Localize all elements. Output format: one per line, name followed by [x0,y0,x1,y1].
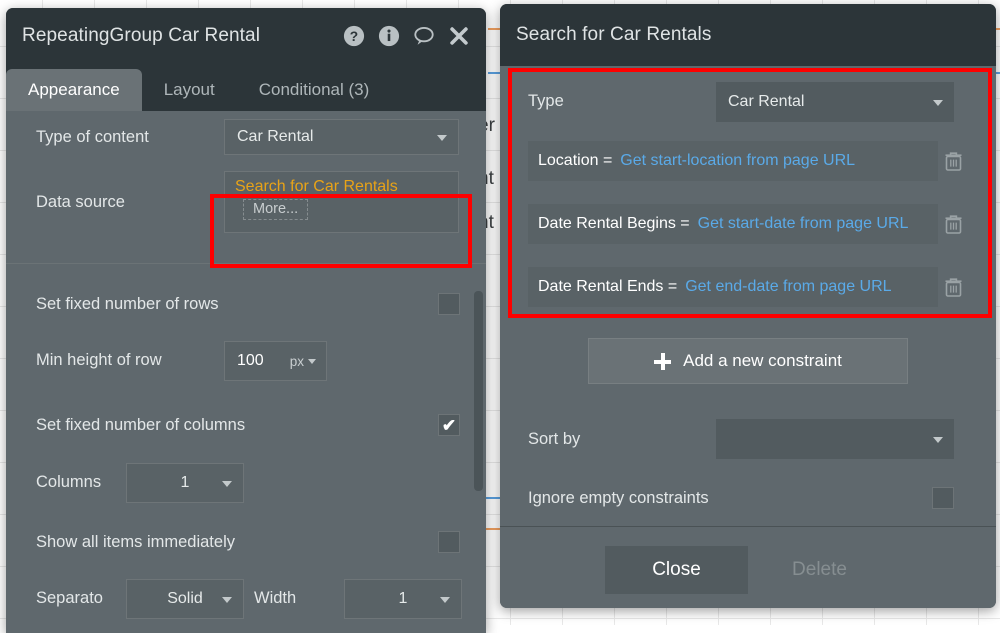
constraint-value: Get start-date from page URL [698,215,909,233]
row-type-of-content: Type of content Car Rental [6,111,486,163]
constraint-field[interactable]: Location = Get start-location from page … [528,141,938,181]
svg-text:?: ? [350,29,358,44]
search-type-select[interactable]: Car Rental [716,82,954,122]
chevron-down-icon [222,597,232,603]
set-fixed-columns-checkbox[interactable]: ✔ [438,414,460,436]
min-height-unit-value: px [290,354,304,369]
chevron-down-icon [308,359,316,364]
tab-conditional[interactable]: Conditional (3) [237,69,392,111]
chevron-down-icon [222,481,232,487]
left-panel-header: RepeatingGroup Car Rental ? [6,8,486,64]
row-show-all-items: Show all items immediately ✔ [6,514,486,570]
chevron-down-icon [437,135,447,141]
row-search-type: Type Car Rental [500,70,996,132]
data-source-label: Data source [36,193,125,212]
constraint-key: Date Rental Begins = [538,215,690,233]
show-all-items-label: Show all items immediately [36,533,235,552]
separator-width-select[interactable]: 1 [344,579,462,619]
constraint-row: Date Rental Ends = Get end-date from pag… [528,267,968,307]
min-height-label: Min height of row [36,351,162,370]
left-panel-scrollbar[interactable] [474,291,483,491]
separator-style-value: Solid [167,590,203,608]
trash-icon [945,215,962,234]
close-button[interactable]: Close [605,546,748,594]
search-constraints-dialog: Search for Car Rentals Type Car Rental L… [500,4,996,608]
comment-icon[interactable] [413,25,435,47]
constraint-row: Date Rental Begins = Get start-date from… [528,204,968,244]
row-set-fixed-columns: Set fixed number of columns ✔ [6,396,486,454]
left-panel-header-icons: ? [343,25,470,47]
type-of-content-label: Type of content [36,128,149,147]
constraint-field[interactable]: Date Rental Ends = Get end-date from pag… [528,267,938,307]
set-fixed-columns-label: Set fixed number of columns [36,416,245,435]
tab-appearance[interactable]: Appearance [6,69,142,111]
help-icon[interactable]: ? [343,25,365,47]
separator-label: Separato [36,589,103,608]
constraint-value: Get end-date from page URL [685,278,891,296]
data-source-field[interactable]: Search for Car Rentals More... [224,171,459,233]
separator-width-value: 1 [399,590,408,608]
columns-select[interactable]: 1 [126,463,244,503]
repeating-group-property-panel: RepeatingGroup Car Rental ? Appearance L… [6,8,486,633]
constraint-value: Get start-location from page URL [620,152,855,170]
search-type-label: Type [528,92,564,111]
columns-value: 1 [181,474,190,492]
constraint-key: Location = [538,152,612,170]
separator-width-label: Width [254,589,296,608]
page-title: RepeatingGroup Car Rental [22,25,343,47]
data-source-value: Search for Car Rentals [235,178,448,196]
section-divider [6,263,486,264]
trash-icon [945,278,962,297]
row-columns: Columns 1 [6,454,486,510]
left-panel-tabs: Appearance Layout Conditional (3) [6,64,486,111]
delete-button[interactable]: Delete [748,546,891,594]
chevron-down-icon [933,100,943,106]
close-icon[interactable] [448,25,470,47]
row-set-fixed-rows: Set fixed number of rows ✔ [6,276,486,332]
constraint-key: Date Rental Ends = [538,278,677,296]
set-fixed-rows-label: Set fixed number of rows [36,295,219,314]
min-height-input[interactable]: 100 px [224,341,327,381]
right-panel-header: Search for Car Rentals [500,4,996,66]
row-ignore-empty-constraints: Ignore empty constraints ✔ [500,470,996,526]
row-separator: Separato Solid Width 1 [6,570,486,626]
row-min-height: Min height of row 100 px [6,332,486,388]
add-new-constraint-button[interactable]: Add a new constraint [588,338,908,384]
right-panel-body: Type Car Rental Location = Get start-loc… [500,66,996,608]
data-source-more-button[interactable]: More... [243,199,308,220]
min-height-value: 100 [237,352,264,370]
type-of-content-select[interactable]: Car Rental [224,119,459,155]
chevron-down-icon [440,597,450,603]
delete-constraint-button[interactable] [938,278,968,297]
delete-constraint-button[interactable] [938,152,968,171]
ignore-empty-label: Ignore empty constraints [528,489,709,508]
chevron-down-icon [933,437,943,443]
check-icon: ✔ [442,417,456,434]
constraint-row: Location = Get start-location from page … [528,141,968,181]
columns-label: Columns [36,473,101,492]
sort-by-label: Sort by [528,430,580,449]
delete-constraint-button[interactable] [938,215,968,234]
search-type-value: Car Rental [728,93,804,111]
dialog-title: Search for Car Rentals [516,24,980,46]
trash-icon [945,152,962,171]
row-sort-by: Sort by [500,408,996,470]
sort-by-select[interactable] [716,419,954,459]
ignore-empty-checkbox[interactable]: ✔ [932,487,954,509]
dialog-footer: Close Delete [500,527,996,608]
plus-icon [654,353,671,370]
tab-layout[interactable]: Layout [142,69,237,111]
set-fixed-rows-checkbox[interactable]: ✔ [438,293,460,315]
constraint-field[interactable]: Date Rental Begins = Get start-date from… [528,204,938,244]
show-all-items-checkbox[interactable]: ✔ [438,531,460,553]
type-of-content-value: Car Rental [237,128,313,146]
row-data-source: Data source Search for Car Rentals More.… [6,163,486,241]
info-icon[interactable] [378,25,400,47]
add-constraint-label: Add a new constraint [683,351,842,371]
min-height-unit-select[interactable]: px [290,354,320,369]
separator-style-select[interactable]: Solid [126,579,244,619]
add-constraint-wrapper: Add a new constraint [500,338,996,384]
appearance-tab-content: Type of content Car Rental Data source S… [6,111,486,633]
